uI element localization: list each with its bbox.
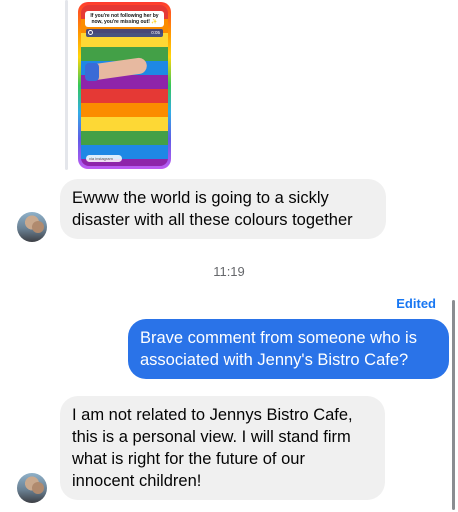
message-bubble-outgoing[interactable]: Brave comment from someone who is associ…	[128, 319, 449, 379]
shared-post-topbar: 0:05	[86, 29, 163, 37]
shared-post-figure-shirt	[85, 63, 99, 81]
shared-post-time: 0:05	[151, 30, 160, 35]
reply-indicator-bar	[65, 0, 68, 170]
avatar-face	[32, 482, 44, 494]
instagram-ring-icon	[88, 30, 93, 35]
shared-post-image: If you're not following her by now, you'…	[81, 5, 168, 166]
avatar-face	[32, 221, 44, 233]
message-line: Ewww the world is going to a sickly	[72, 189, 329, 207]
shared-post-footer: via instagram	[86, 155, 122, 162]
message-bubble-incoming[interactable]: Ewww the world is going to a sickly disa…	[60, 179, 386, 239]
message-line: associated with Jenny's Bistro Cafe?	[140, 351, 409, 369]
message-line: innocent children!	[72, 472, 202, 490]
shared-post-caption: If you're not following her by now, you'…	[85, 11, 164, 27]
edited-label[interactable]: Edited	[396, 296, 436, 311]
shared-post-preview[interactable]: If you're not following her by now, you'…	[78, 2, 171, 169]
message-line: I am not related to Jennys Bistro Cafe,	[72, 406, 353, 424]
scrollbar[interactable]	[452, 300, 455, 510]
avatar[interactable]	[17, 473, 47, 503]
avatar[interactable]	[17, 212, 47, 242]
message-line: Brave comment from someone who is	[140, 329, 417, 347]
message-bubble-incoming[interactable]: I am not related to Jennys Bistro Cafe, …	[60, 396, 385, 500]
message-timestamp: 11:19	[213, 264, 245, 279]
message-line: this is a personal view. I will stand fi…	[72, 428, 351, 446]
message-line: what is right for the future of our	[72, 450, 305, 468]
message-line: disaster with all these colours together	[72, 211, 353, 229]
